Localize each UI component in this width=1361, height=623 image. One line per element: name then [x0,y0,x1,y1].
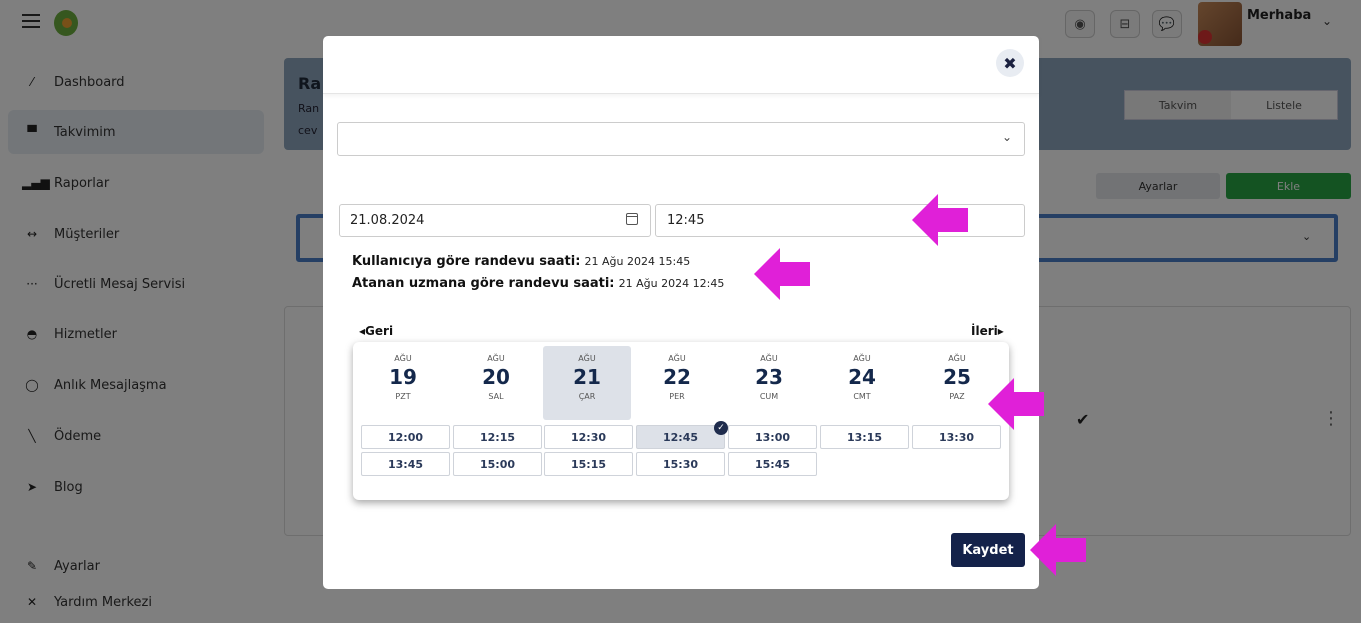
day-column[interactable]: AĞU 23 CUM [725,346,813,420]
expert-time-label: Atanan uzmana göre randevu saati: [352,276,615,291]
appointment-modal: ✖ ⌄ 21.08.2024 12:45 Kullanıcıya göre ra… [323,36,1039,589]
chevron-down-icon: ⌄ [1001,130,1012,144]
close-icon: ✖ [1003,53,1017,73]
expert-select[interactable]: ⌄ [337,122,1025,156]
user-time-value: 21 Ağu 2024 15:45 [584,255,691,268]
time-value: 12:45 [667,213,705,228]
time-slot[interactable]: 12:30 [544,425,633,449]
prev-week-button[interactable]: ◂Geri [359,324,393,338]
slot-panel: AĞU 19 PZT AĞU 20 SAL AĞU 21 ÇAR AĞU 22 PER AĞU 2… [353,342,1009,500]
date-value: 21.08.2024 [350,213,425,228]
date-input[interactable]: 21.08.2024 [339,204,651,237]
annotation-arrow-icon [1030,524,1086,576]
time-slot[interactable]: 12:15 [453,425,542,449]
annotation-arrow-icon [912,194,968,246]
time-input[interactable]: 12:45 [655,204,1025,237]
day-column[interactable]: AĞU 22 PER [633,346,721,420]
time-slot[interactable]: 15:45 [728,452,817,476]
time-slot[interactable]: 13:00 [728,425,817,449]
day-column[interactable]: AĞU 24 CMT [818,346,906,420]
user-time-info: Kullanıcıya göre randevu saati: 21 Ağu 2… [352,254,690,269]
time-slot[interactable]: 12:00 [361,425,450,449]
time-slot-selected[interactable]: 12:45 [636,425,725,449]
time-slot[interactable]: 13:15 [820,425,909,449]
modal-header: ✖ [323,36,1039,94]
annotation-arrow-icon [754,248,810,300]
check-icon: ✓ [714,421,728,435]
next-week-button[interactable]: İleri▸ [971,324,1004,338]
annotation-arrow-icon [988,378,1044,430]
expert-time-info: Atanan uzmana göre randevu saati: 21 Ağu… [352,276,724,291]
save-button[interactable]: Kaydet [951,533,1025,567]
time-slot[interactable]: 13:45 [361,452,450,476]
close-button[interactable]: ✖ [996,49,1024,77]
day-column[interactable]: AĞU 20 SAL [452,346,540,420]
expert-time-value: 21 Ağu 2024 12:45 [618,277,725,290]
time-slot[interactable]: 15:30 [636,452,725,476]
calendar-icon[interactable] [626,213,638,225]
user-time-label: Kullanıcıya göre randevu saati: [352,254,581,269]
time-slot[interactable]: 15:00 [453,452,542,476]
time-slot[interactable]: 15:15 [544,452,633,476]
day-column-selected[interactable]: AĞU 21 ÇAR [543,346,631,420]
day-column[interactable]: AĞU 19 PZT [359,346,447,420]
